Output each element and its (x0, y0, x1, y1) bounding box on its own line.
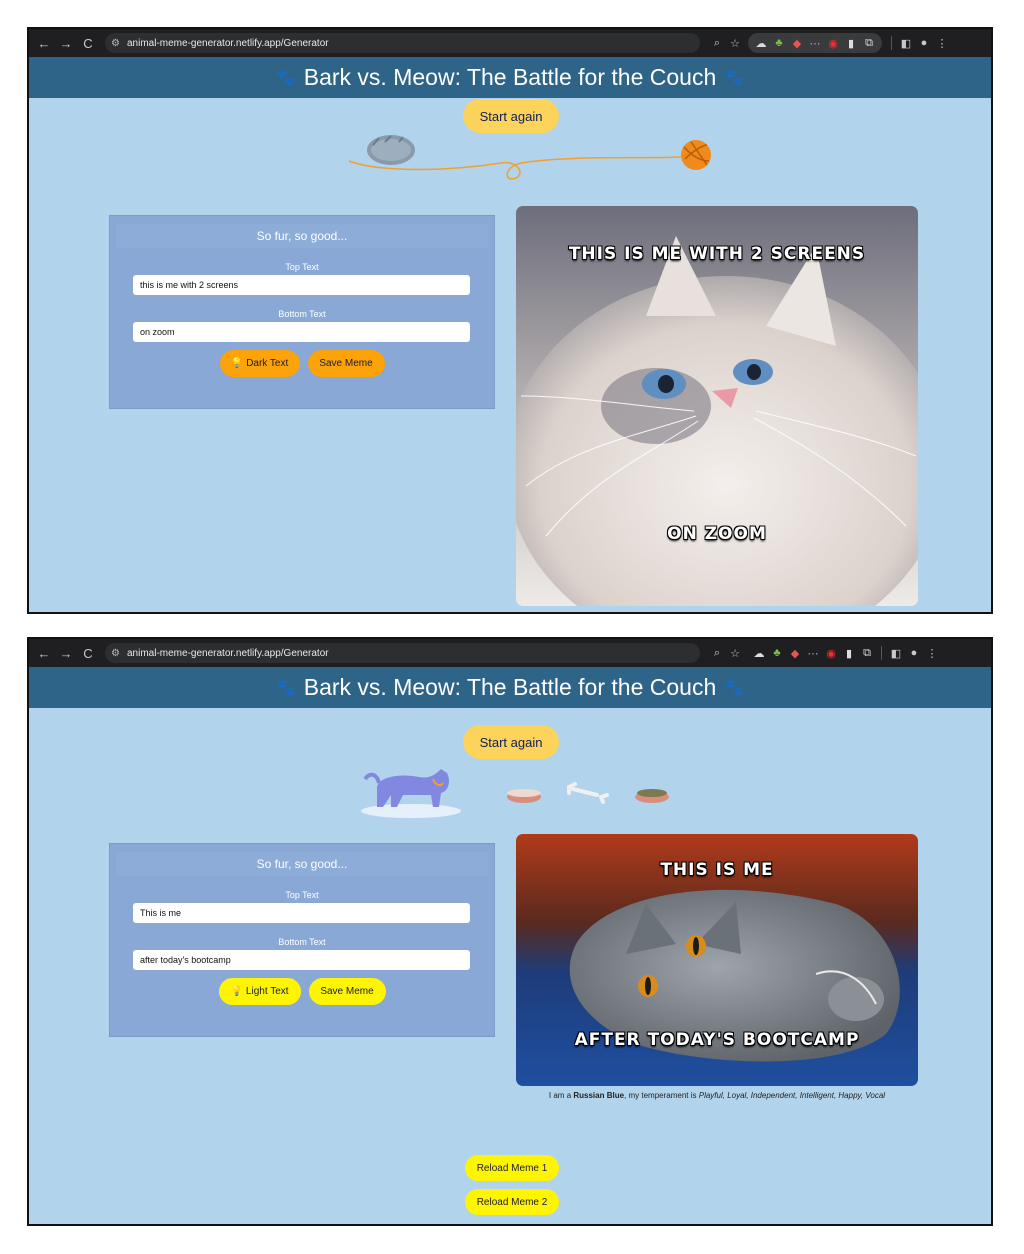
meme-bottom-text: AFTER TODAY'S BOOTCAMP (574, 1030, 860, 1050)
meme-image: THIS IS ME WITH 2 SCREENS ON ZOOM (516, 206, 918, 606)
back-icon[interactable]: ← (33, 646, 55, 661)
cat-yarn-illustration (348, 135, 711, 180)
button-row: 💡 Light Text Save Meme (110, 978, 494, 1005)
top-text-input[interactable]: This is me (133, 903, 470, 923)
back-icon[interactable]: ← (33, 36, 55, 51)
site-settings-icon[interactable]: ⚙ (111, 648, 127, 659)
puzzle-extensions-icon[interactable]: ⧉ (858, 647, 876, 660)
clipboard-extension-icon[interactable]: ▮ (842, 37, 860, 50)
dots-extension-icon[interactable]: ⋯ (806, 37, 824, 50)
forward-icon[interactable]: → (55, 646, 77, 661)
meme-image: THIS IS ME AFTER TODAY'S BOOTCAMP (516, 834, 918, 1086)
bottom-text-label: Bottom Text (278, 937, 326, 947)
top-text-label: Top Text (285, 262, 319, 272)
record-extension-icon[interactable]: ◉ (822, 647, 840, 660)
browser-actions: ⌕ ☆ ☁ ♣ ◆ ⋯ ◉ ▮ ⧉ ◧ ● ⋮ (708, 33, 951, 53)
save-meme-button[interactable]: Save Meme (307, 350, 385, 377)
light-text-button[interactable]: 💡 Light Text (218, 978, 301, 1005)
meme-form-panel: So fur, so good... Top Text This is me B… (109, 843, 495, 1037)
dark-text-button[interactable]: 💡 Dark Text (219, 350, 300, 377)
reload-icon[interactable]: C (77, 36, 99, 51)
menu-kebab-icon[interactable]: ⋮ (923, 647, 941, 660)
paw-icon: 🐾 (275, 679, 296, 697)
top-text-input[interactable]: this is me with 2 screens (133, 275, 470, 295)
profile-avatar-icon[interactable]: ● (915, 37, 933, 49)
white-kitten-photo (516, 206, 918, 606)
button-row: 💡 Dark Text Save Meme (110, 350, 494, 377)
side-panel-icon[interactable]: ◧ (887, 647, 905, 660)
start-again-button[interactable]: Start again (463, 99, 559, 133)
url-text: animal-meme-generator.netlify.app/Genera… (127, 37, 329, 49)
dog-bowls-illustration (361, 769, 669, 818)
meme-top-text: THIS IS ME WITH 2 SCREENS (568, 244, 866, 264)
tree-extension-icon[interactable]: ♣ (770, 37, 788, 49)
bottom-text-label: Bottom Text (278, 309, 326, 319)
meme-top-text: THIS IS ME (660, 860, 774, 880)
lightbulb-icon: 💡 (230, 986, 243, 997)
reload-icon[interactable]: C (77, 646, 99, 661)
paw-icon: 🐾 (275, 69, 296, 87)
start-again-button[interactable]: Start again (463, 725, 559, 759)
caption-prefix: I am a (548, 1091, 574, 1100)
site-settings-icon[interactable]: ⚙ (111, 38, 127, 49)
toolbar-divider (891, 36, 892, 50)
paw-icon: 🐾 (724, 679, 745, 697)
save-meme-button[interactable]: Save Meme (308, 978, 386, 1005)
app-title: Bark vs. Meow: The Battle for the Couch (303, 674, 717, 700)
red-extension-icon[interactable]: ◆ (788, 37, 806, 50)
address-bar[interactable]: ⚙ animal-meme-generator.netlify.app/Gene… (105, 643, 700, 663)
extensions-group: ☁ ♣ ◆ ⋯ ◉ ▮ ⧉ (748, 33, 882, 53)
browser-window-1: ← → C ⚙ animal-meme-generator.netlify.ap… (27, 27, 993, 614)
side-panel-icon[interactable]: ◧ (897, 37, 915, 50)
address-bar[interactable]: ⚙ animal-meme-generator.netlify.app/Gene… (105, 33, 700, 53)
profile-avatar-icon[interactable]: ● (905, 647, 923, 659)
meme-bottom-text: ON ZOOM (667, 524, 767, 544)
app-header: 🐾 Bark vs. Meow: The Battle for the Couc… (29, 667, 991, 708)
meme-form-panel: So fur, so good... Top Text this is me w… (109, 215, 495, 409)
panel-title: So fur, so good... (116, 224, 488, 248)
browser-window-2: ← → C ⚙ animal-meme-generator.netlify.ap… (27, 637, 993, 1226)
toolbar-divider (881, 646, 882, 660)
tree-extension-icon[interactable]: ♣ (768, 647, 786, 659)
bottom-text-input[interactable]: after today's bootcamp (133, 950, 470, 970)
temperament-list: Playful, Loyal, Independent, Intelligent… (698, 1091, 886, 1100)
reload-meme-2-button[interactable]: Reload Meme 2 (465, 1189, 559, 1215)
cloud-extension-icon[interactable]: ☁ (752, 37, 770, 50)
bookmark-star-icon[interactable]: ☆ (726, 37, 744, 50)
browser-toolbar: ← → C ⚙ animal-meme-generator.netlify.ap… (29, 639, 991, 667)
app-title: Bark vs. Meow: The Battle for the Couch (303, 64, 717, 90)
breed-caption: I am a Russian Blue, my temperament is P… (516, 1091, 918, 1100)
caption-middle: , my temperament is (624, 1091, 699, 1100)
light-text-label: Light Text (245, 986, 289, 997)
forward-icon[interactable]: → (55, 36, 77, 51)
bottom-text-input[interactable]: on zoom (133, 322, 470, 342)
top-text-label: Top Text (285, 890, 319, 900)
dark-text-label: Dark Text (246, 358, 289, 369)
url-text: animal-meme-generator.netlify.app/Genera… (127, 647, 329, 659)
puzzle-extensions-icon[interactable]: ⧉ (860, 37, 878, 50)
zoom-icon[interactable]: ⌕ (708, 37, 726, 50)
panel-title: So fur, so good... (116, 852, 488, 876)
reload-meme-1-button[interactable]: Reload Meme 1 (465, 1155, 559, 1181)
breed-name: Russian Blue (573, 1091, 625, 1100)
bookmark-star-icon[interactable]: ☆ (726, 647, 744, 660)
zoom-icon[interactable]: ⌕ (708, 647, 726, 660)
dots-extension-icon[interactable]: ⋯ (804, 647, 822, 660)
menu-kebab-icon[interactable]: ⋮ (933, 37, 951, 50)
lightbulb-icon: 💡 (230, 358, 244, 369)
cloud-extension-icon[interactable]: ☁ (750, 647, 768, 660)
record-extension-icon[interactable]: ◉ (824, 37, 842, 50)
clipboard-extension-icon[interactable]: ▮ (840, 647, 858, 660)
red-extension-icon[interactable]: ◆ (786, 647, 804, 660)
browser-toolbar: ← → C ⚙ animal-meme-generator.netlify.ap… (29, 29, 991, 57)
paw-icon: 🐾 (724, 69, 745, 87)
browser-actions: ⌕ ☆ ☁ ♣ ◆ ⋯ ◉ ▮ ⧉ ◧ ● ⋮ (708, 646, 941, 660)
app-header: 🐾 Bark vs. Meow: The Battle for the Couc… (29, 57, 991, 98)
